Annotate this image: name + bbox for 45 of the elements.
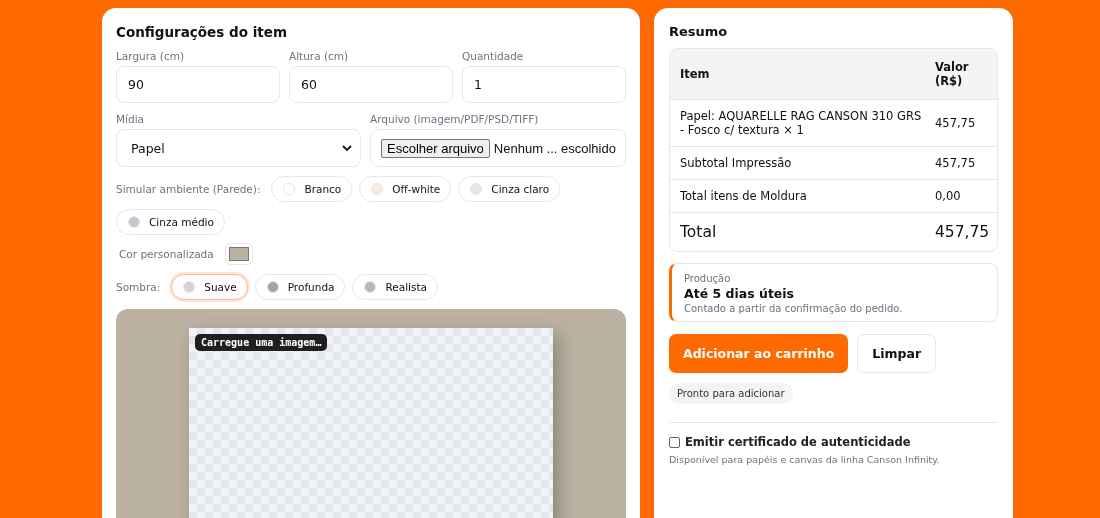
column-header: Valor (R$) — [935, 60, 970, 88]
column-header: Item — [679, 67, 711, 81]
field-label: Quantidade — [462, 50, 525, 62]
option-chip[interactable]: Cinza claro — [458, 176, 561, 202]
table-cell-text: Subtotal Impressão — [679, 155, 793, 172]
field-label: Arquivo (imagem/PDF/PSD/TIFF) — [370, 113, 540, 125]
number-field[interactable]: 1 — [462, 66, 626, 103]
table-cell-text: 457,75 — [935, 155, 977, 172]
number-field[interactable]: 60 — [289, 66, 453, 103]
option-chip[interactable]: Off-white — [359, 176, 452, 202]
file-field[interactable]: Escolher arquivo Nenhum ... escolhido — [370, 129, 626, 167]
section-title: Resumo — [669, 24, 729, 39]
option-chip[interactable]: Realista — [352, 274, 439, 300]
section-title: Configurações do item — [116, 24, 288, 40]
option-label: Sombra: — [116, 281, 161, 293]
checkbox-label: Emitir certificado de autenticidade — [685, 435, 911, 449]
table-cell-text: 0,00 — [935, 188, 962, 205]
table-cell-text: Total itens de Moldura — [679, 188, 808, 205]
option-label: Cor personalizada — [119, 248, 214, 260]
preview-caption: Carregue uma imagem… — [195, 334, 328, 351]
total-label: Total — [679, 223, 718, 241]
color-picker[interactable] — [224, 243, 253, 265]
production-note: Contado a partir da confirmação do pedido. — [684, 303, 904, 314]
chevron-down-icon — [342, 144, 352, 152]
production-time: Até 5 dias úteis — [684, 286, 796, 301]
option-chip[interactable]: Cinza médio — [116, 209, 225, 235]
checkbox[interactable] — [669, 436, 680, 448]
production-label: Produção — [684, 273, 732, 284]
table-cell-text: 457,75 — [935, 115, 977, 132]
table-cell-text: Papel: AQUARELLE RAG CANSON 310 GRS - Fosco c/ textura × 1 — [679, 108, 923, 139]
field-label: Altura (cm) — [289, 50, 350, 62]
field-label: Largura (cm) — [116, 50, 186, 62]
option-chip[interactable]: Profunda — [254, 274, 346, 300]
media-select[interactable]: Papel — [116, 129, 361, 167]
number-field[interactable]: 90 — [116, 66, 280, 103]
certificate-note: Disponível para papéis e canvas da linha Canson Infinity. — [669, 454, 941, 465]
total-value: 457,75 — [935, 223, 991, 241]
clear-button[interactable]: Limpar — [857, 334, 937, 373]
choose-file-button[interactable]: Escolher arquivo — [381, 138, 490, 158]
option-label: Simular ambiente (Parede): — [116, 183, 261, 195]
file-status-text: Nenhum ... escolhido — [493, 140, 616, 156]
option-chip[interactable]: Branco — [271, 176, 353, 202]
field-label: Mídia — [116, 113, 145, 125]
status-badge: Pronto para adicionar — [669, 383, 793, 404]
option-chip[interactable]: Suave — [171, 274, 248, 300]
